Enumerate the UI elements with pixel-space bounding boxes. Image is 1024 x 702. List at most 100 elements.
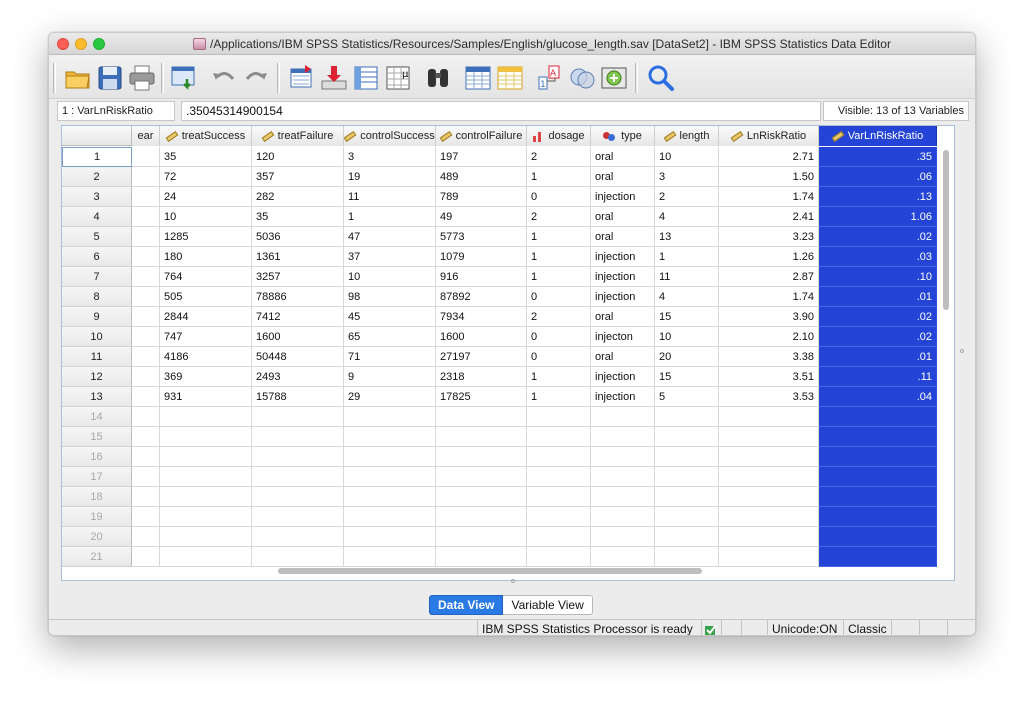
data-cell-controlfailure[interactable]: 27197: [436, 347, 527, 367]
data-cell-controlsuccess[interactable]: [344, 467, 436, 487]
data-cell-varlnriskratio[interactable]: [819, 527, 937, 547]
data-cell-type[interactable]: [591, 487, 655, 507]
insert-variable-icon[interactable]: [495, 63, 525, 93]
data-cell-treatfailure[interactable]: [252, 487, 344, 507]
data-cell-dosage[interactable]: [527, 427, 591, 447]
row-number[interactable]: 9: [62, 307, 132, 327]
data-cell-dosage[interactable]: [527, 467, 591, 487]
data-cell-treatsuccess[interactable]: 180: [160, 247, 252, 267]
data-cell-varlnriskratio[interactable]: 1.06: [819, 207, 937, 227]
data-cell-controlsuccess[interactable]: [344, 547, 436, 567]
data-cell-varlnriskratio[interactable]: .06: [819, 167, 937, 187]
data-cell-lnriskratio[interactable]: 2.41: [719, 207, 819, 227]
data-cell-lnriskratio[interactable]: 3.51: [719, 367, 819, 387]
data-cell-type[interactable]: oral: [591, 227, 655, 247]
data-cell-controlsuccess[interactable]: 65: [344, 327, 436, 347]
data-cell-controlsuccess[interactable]: [344, 407, 436, 427]
data-cell-ear[interactable]: [132, 187, 160, 207]
data-cell-dosage[interactable]: [527, 447, 591, 467]
grid-corner[interactable]: [62, 126, 132, 146]
row-number[interactable]: 11: [62, 347, 132, 367]
recall-dialog-icon[interactable]: [169, 63, 199, 93]
data-cell-dosage[interactable]: 2: [527, 207, 591, 227]
data-cell-dosage[interactable]: [527, 487, 591, 507]
data-cell-controlsuccess[interactable]: 3: [344, 147, 436, 167]
row-number[interactable]: 16: [62, 447, 132, 467]
row-number[interactable]: 14: [62, 407, 132, 427]
data-cell-length[interactable]: 4: [655, 287, 719, 307]
data-cell-ear[interactable]: [132, 407, 160, 427]
data-cell-length[interactable]: [655, 547, 719, 567]
data-cell-treatfailure[interactable]: [252, 527, 344, 547]
data-cell-controlfailure[interactable]: 197: [436, 147, 527, 167]
data-cell-treatfailure[interactable]: 5036: [252, 227, 344, 247]
title-bar[interactable]: /Applications/IBM SPSS Statistics/Resour…: [49, 33, 975, 55]
data-cell-varlnriskratio[interactable]: .11: [819, 367, 937, 387]
data-cell-ear[interactable]: [132, 227, 160, 247]
data-cell-lnriskratio[interactable]: 1.50: [719, 167, 819, 187]
data-cell-controlsuccess[interactable]: 19: [344, 167, 436, 187]
data-cell-lnriskratio[interactable]: 3.38: [719, 347, 819, 367]
data-grid[interactable]: ear treatSuccess treatFailure controlSucces…: [61, 125, 955, 581]
data-cell-controlsuccess[interactable]: 10: [344, 267, 436, 287]
data-cell-treatfailure[interactable]: 78886: [252, 287, 344, 307]
data-cell-dosage[interactable]: 2: [527, 307, 591, 327]
data-cell-treatsuccess[interactable]: 369: [160, 367, 252, 387]
data-cell-dosage[interactable]: 0: [527, 287, 591, 307]
data-cell-ear[interactable]: [132, 287, 160, 307]
data-cell-lnriskratio[interactable]: [719, 427, 819, 447]
data-cell-dosage[interactable]: 1: [527, 247, 591, 267]
row-number[interactable]: 1: [62, 147, 132, 167]
data-cell-lnriskratio[interactable]: [719, 407, 819, 427]
data-cell-type[interactable]: injection: [591, 367, 655, 387]
data-cell-treatfailure[interactable]: [252, 427, 344, 447]
data-cell-treatsuccess[interactable]: 931: [160, 387, 252, 407]
column-header-length[interactable]: length: [655, 126, 719, 146]
minimize-window-button[interactable]: [75, 38, 87, 50]
data-cell-varlnriskratio[interactable]: .13: [819, 187, 937, 207]
data-cell-treatsuccess[interactable]: 72: [160, 167, 252, 187]
close-window-button[interactable]: [57, 38, 69, 50]
data-cell-controlfailure[interactable]: 49: [436, 207, 527, 227]
data-cell-controlfailure[interactable]: [436, 527, 527, 547]
data-cell-treatfailure[interactable]: [252, 547, 344, 567]
row-number[interactable]: 20: [62, 527, 132, 547]
data-cell-treatfailure[interactable]: [252, 507, 344, 527]
data-cell-controlfailure[interactable]: 17825: [436, 387, 527, 407]
data-cell-varlnriskratio[interactable]: .02: [819, 307, 937, 327]
data-cell-type[interactable]: [591, 527, 655, 547]
data-cell-length[interactable]: 1: [655, 247, 719, 267]
data-cell-type[interactable]: [591, 447, 655, 467]
data-cell-dosage[interactable]: [527, 507, 591, 527]
data-cell-controlfailure[interactable]: 489: [436, 167, 527, 187]
data-cell-varlnriskratio[interactable]: [819, 507, 937, 527]
data-cell-controlsuccess[interactable]: 47: [344, 227, 436, 247]
data-cell-controlsuccess[interactable]: 45: [344, 307, 436, 327]
data-cell-treatsuccess[interactable]: [160, 527, 252, 547]
data-cell-varlnriskratio[interactable]: .01: [819, 347, 937, 367]
data-cell-type[interactable]: oral: [591, 347, 655, 367]
data-cell-dosage[interactable]: 1: [527, 227, 591, 247]
row-number[interactable]: 18: [62, 487, 132, 507]
row-number[interactable]: 5: [62, 227, 132, 247]
save-icon[interactable]: [95, 63, 125, 93]
splitter-handle-horizontal[interactable]: [511, 579, 515, 583]
column-header-type[interactable]: type: [591, 126, 655, 146]
row-number[interactable]: 6: [62, 247, 132, 267]
data-cell-controlfailure[interactable]: 1600: [436, 327, 527, 347]
data-cell-type[interactable]: [591, 547, 655, 567]
column-header-treatsuccess[interactable]: treatSuccess: [160, 126, 252, 146]
data-cell-treatfailure[interactable]: 3257: [252, 267, 344, 287]
data-cell-varlnriskratio[interactable]: .02: [819, 327, 937, 347]
row-number[interactable]: 10: [62, 327, 132, 347]
data-cell-length[interactable]: [655, 447, 719, 467]
data-cell-ear[interactable]: [132, 247, 160, 267]
data-cell-dosage[interactable]: [527, 547, 591, 567]
data-cell-dosage[interactable]: 0: [527, 327, 591, 347]
print-icon[interactable]: [127, 63, 157, 93]
data-cell-treatsuccess[interactable]: [160, 547, 252, 567]
data-cell-treatfailure[interactable]: [252, 467, 344, 487]
data-cell-dosage[interactable]: 1: [527, 367, 591, 387]
data-cell-treatsuccess[interactable]: 24: [160, 187, 252, 207]
data-cell-controlfailure[interactable]: 2318: [436, 367, 527, 387]
